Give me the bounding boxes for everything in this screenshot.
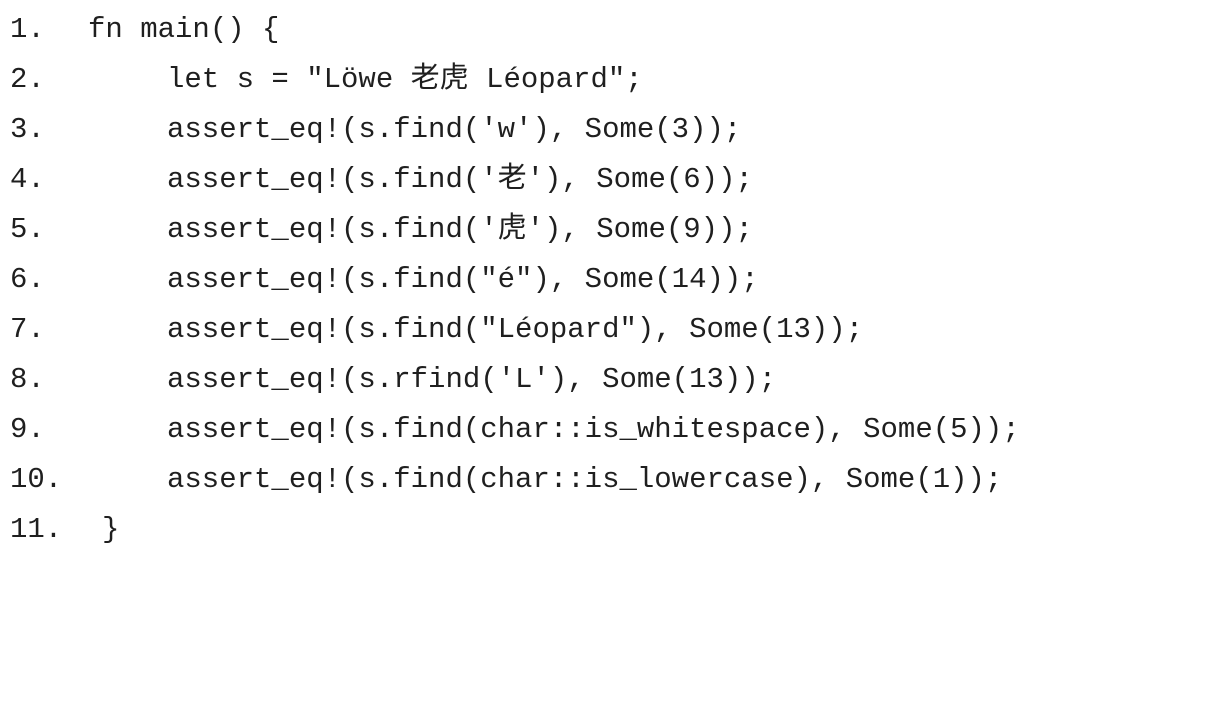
code-line-8: 8. assert_eq!(s.rfind('L'), Some(13)); (10, 355, 1215, 405)
code-line-2: 2. let s = "Löwe 老虎 Léopard"; (10, 55, 1215, 105)
code-text: fn main() { (88, 13, 280, 46)
code-text: assert_eq!(s.find("Léopard"), Some(13)); (167, 313, 864, 346)
code-line-3: 3. assert_eq!(s.find('w'), Some(3)); (10, 105, 1215, 155)
code-text: let s = "Löwe 老虎 Léopard"; (167, 63, 643, 96)
code-text: assert_eq!(s.find(char::is_lowercase), S… (167, 463, 1003, 496)
code-line-6: 6. assert_eq!(s.find("é"), Some(14)); (10, 255, 1215, 305)
code-text: } (102, 513, 120, 546)
code-line-7: 7. assert_eq!(s.find("Léopard"), Some(13… (10, 305, 1215, 355)
line-number: 7. (10, 313, 45, 346)
line-number: 1. (10, 13, 45, 46)
code-line-1: 1. fn main() { (10, 5, 1215, 55)
code-text: assert_eq!(s.find(char::is_whitespace), … (167, 413, 1020, 446)
line-number: 3. (10, 113, 45, 146)
code-line-4: 4. assert_eq!(s.find('老'), Some(6)); (10, 155, 1215, 205)
code-listing: 1. fn main() { 2. let s = "Löwe 老虎 Léopa… (10, 5, 1215, 555)
line-number: 8. (10, 363, 45, 396)
code-line-5: 5. assert_eq!(s.find('虎'), Some(9)); (10, 205, 1215, 255)
line-number: 9. (10, 413, 45, 446)
code-line-9: 9. assert_eq!(s.find(char::is_whitespace… (10, 405, 1215, 455)
code-text: assert_eq!(s.find('w'), Some(3)); (167, 113, 742, 146)
code-line-10: 10. assert_eq!(s.find(char::is_lowercase… (10, 455, 1215, 505)
code-text: assert_eq!(s.find('老'), Some(6)); (167, 163, 753, 196)
code-text: assert_eq!(s.rfind('L'), Some(13)); (167, 363, 777, 396)
line-number: 11. (10, 513, 63, 546)
line-number: 4. (10, 163, 45, 196)
line-number: 6. (10, 263, 45, 296)
line-number: 10. (10, 463, 63, 496)
line-number: 2. (10, 63, 45, 96)
code-text: assert_eq!(s.find("é"), Some(14)); (167, 263, 759, 296)
line-number: 5. (10, 213, 45, 246)
code-text: assert_eq!(s.find('虎'), Some(9)); (167, 213, 753, 246)
code-line-11: 11. } (10, 505, 1215, 555)
